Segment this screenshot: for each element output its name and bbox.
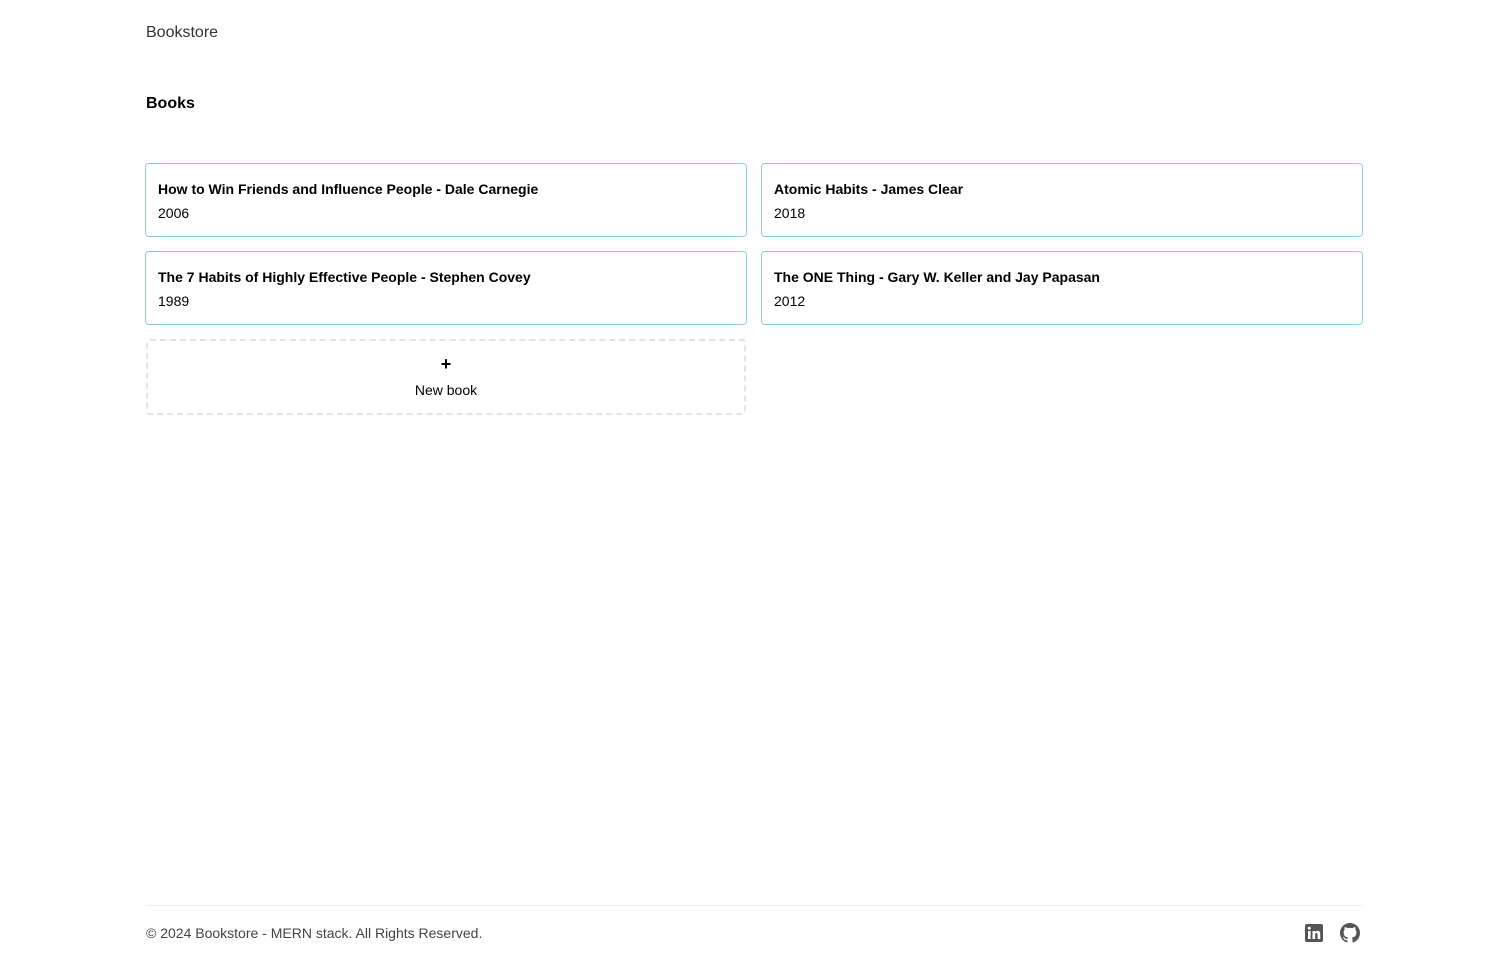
book-card[interactable]: How to Win Friends and Influence People … [145,163,747,237]
book-year: 2012 [774,293,806,309]
linkedin-icon[interactable] [1304,923,1324,943]
book-card[interactable]: The ONE Thing - Gary W. Keller and Jay P… [761,251,1363,325]
brand-link[interactable]: Bookstore [146,22,218,44]
new-book-button[interactable]: + New book [146,339,746,415]
page-title: Books [146,95,195,112]
book-title: How to Win Friends and Influence People … [158,181,539,197]
book-card[interactable]: Atomic Habits - James Clear 2018 [761,163,1363,237]
book-title: The 7 Habits of Highly Effective People … [158,269,531,285]
book-year: 2006 [158,205,190,221]
plus-icon: + [440,354,452,374]
book-year: 2018 [774,205,806,221]
copyright-text: © 2024 Bookstore - MERN stack. All Right… [146,924,483,941]
page-header: Books [146,93,1362,115]
new-book-label: New book [414,382,478,398]
book-title: The ONE Thing - Gary W. Keller and Jay P… [774,269,1100,285]
book-title: Atomic Habits - James Clear [774,181,964,197]
book-year: 1989 [158,293,190,309]
book-card[interactable]: The 7 Habits of Highly Effective People … [145,251,747,325]
book-grid: How to Win Friends and Influence People … [145,163,1363,415]
page: Bookstore Books How to Win Friends and I… [0,0,1508,959]
footer: © 2024 Bookstore - MERN stack. All Right… [146,905,1362,959]
github-icon[interactable] [1340,922,1360,943]
navbar: Bookstore [146,22,1362,46]
social-links [1304,922,1360,943]
